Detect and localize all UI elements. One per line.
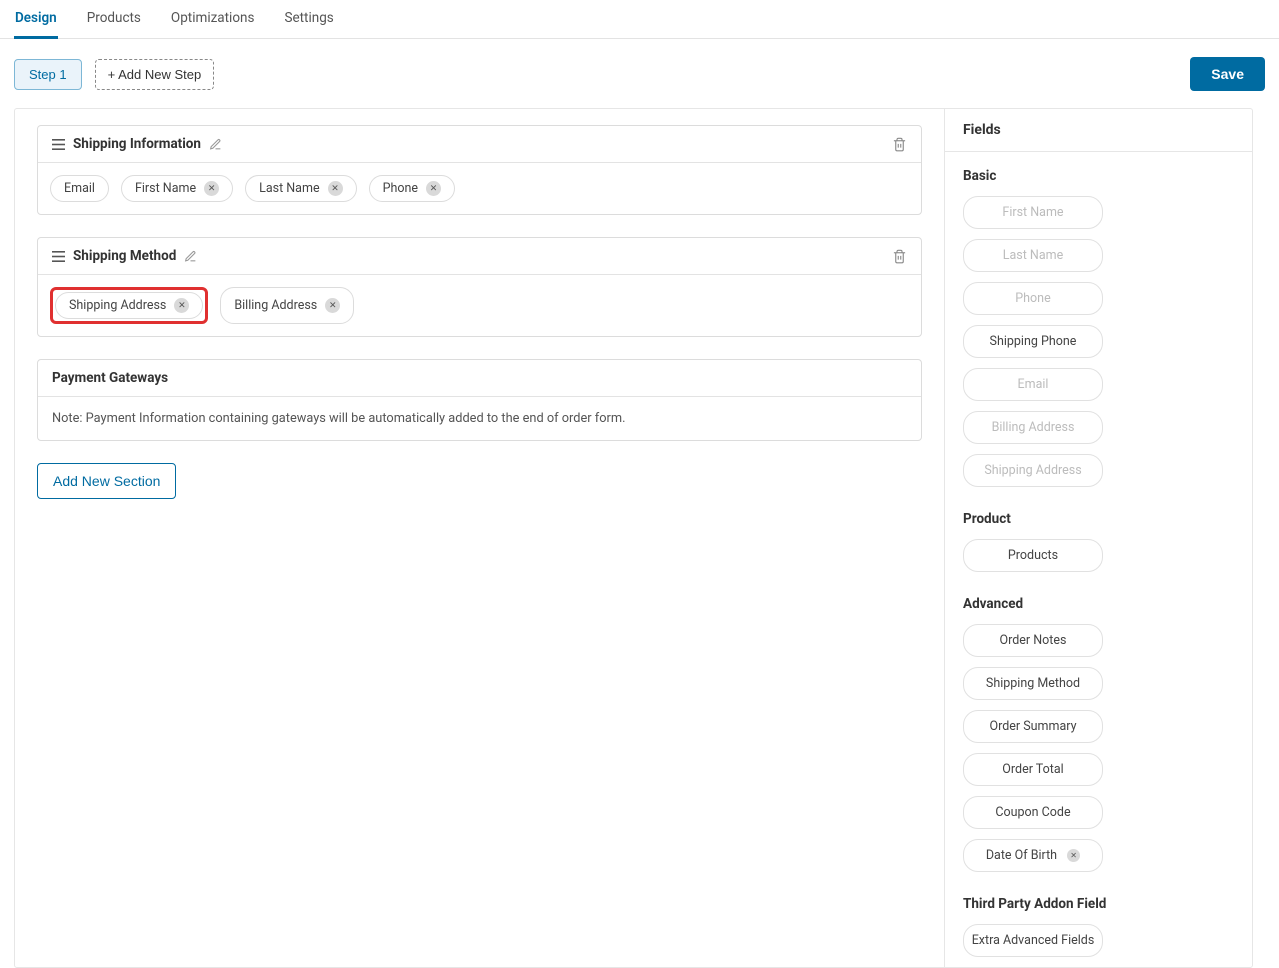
- chip-label: Shipping Address: [69, 298, 166, 313]
- group-title-third-party: Third Party Addon Field: [963, 896, 1234, 912]
- field-chip-shipping-address[interactable]: Shipping Address ✕: [50, 287, 208, 324]
- field-pill-order-summary[interactable]: Order Summary: [963, 710, 1103, 743]
- close-icon[interactable]: ✕: [328, 181, 343, 196]
- drag-handle-icon[interactable]: [52, 251, 65, 262]
- field-pill-products[interactable]: Products: [963, 539, 1103, 572]
- drag-handle-icon[interactable]: [52, 139, 65, 150]
- chip-label: Last Name: [259, 181, 319, 196]
- pencil-icon[interactable]: [209, 137, 222, 152]
- field-pill-shipping-method[interactable]: Shipping Method: [963, 667, 1103, 700]
- group-title-basic: Basic: [963, 168, 1234, 184]
- field-pill-date-of-birth[interactable]: Date Of Birth ✕: [963, 839, 1103, 872]
- close-icon[interactable]: ✕: [204, 181, 219, 196]
- pencil-icon[interactable]: [184, 249, 197, 264]
- field-chip-email[interactable]: Email: [50, 175, 109, 202]
- chip-label: Phone: [383, 181, 418, 196]
- form-canvas: Shipping Information Email First Name ✕: [15, 109, 945, 967]
- chip-label: Email: [64, 181, 95, 196]
- section-shipping-method: Shipping Method Shipping Address ✕: [37, 237, 922, 337]
- add-new-section-button[interactable]: Add New Section: [37, 463, 176, 499]
- field-chip-last-name[interactable]: Last Name ✕: [245, 175, 356, 202]
- section-shipping-information: Shipping Information Email First Name ✕: [37, 125, 922, 215]
- payment-gateways-note: Note: Payment Information containing gat…: [38, 397, 921, 440]
- field-pill-email[interactable]: Email: [963, 368, 1103, 401]
- field-chip-first-name[interactable]: First Name ✕: [121, 175, 233, 202]
- field-chip-phone[interactable]: Phone ✕: [369, 175, 455, 202]
- field-pill-first-name[interactable]: First Name: [963, 196, 1103, 229]
- tab-settings[interactable]: Settings: [283, 10, 334, 38]
- fields-panel: Fields Basic First Name Last Name Phone …: [945, 109, 1252, 967]
- close-icon[interactable]: ✕: [174, 298, 189, 313]
- payment-gateways-section: Payment Gateways Note: Payment Informati…: [37, 359, 922, 441]
- pill-label: Date Of Birth: [986, 848, 1057, 863]
- close-icon[interactable]: ✕: [1067, 849, 1080, 862]
- group-title-advanced: Advanced: [963, 596, 1234, 612]
- field-pill-billing-address[interactable]: Billing Address: [963, 411, 1103, 444]
- tab-products[interactable]: Products: [86, 10, 142, 38]
- field-pill-order-notes[interactable]: Order Notes: [963, 624, 1103, 657]
- tabs: Design Products Optimizations Settings: [0, 0, 1279, 39]
- trash-icon[interactable]: [892, 136, 907, 151]
- chip-label: Billing Address: [234, 298, 317, 313]
- fields-panel-title: Fields: [945, 109, 1252, 152]
- field-pill-last-name[interactable]: Last Name: [963, 239, 1103, 272]
- trash-icon[interactable]: [892, 248, 907, 263]
- add-step-button[interactable]: + Add New Step: [95, 59, 215, 90]
- close-icon[interactable]: ✕: [325, 298, 340, 313]
- field-chip-billing-address[interactable]: Billing Address ✕: [220, 287, 354, 324]
- field-pill-phone[interactable]: Phone: [963, 282, 1103, 315]
- section-title: Shipping Method: [73, 248, 176, 264]
- field-pill-order-total[interactable]: Order Total: [963, 753, 1103, 786]
- save-button[interactable]: Save: [1190, 57, 1265, 91]
- payment-gateways-title: Payment Gateways: [38, 360, 921, 397]
- tab-optimizations[interactable]: Optimizations: [170, 10, 256, 38]
- tab-design[interactable]: Design: [14, 10, 58, 39]
- field-pill-extra-advanced-fields[interactable]: Extra Advanced Fields: [963, 924, 1103, 957]
- step-1-button[interactable]: Step 1: [14, 59, 82, 90]
- chip-label: First Name: [135, 181, 196, 196]
- section-title: Shipping Information: [73, 136, 201, 152]
- toolbar: Step 1 + Add New Step Save: [0, 39, 1279, 91]
- field-pill-shipping-phone[interactable]: Shipping Phone: [963, 325, 1103, 358]
- field-pill-shipping-address[interactable]: Shipping Address: [963, 454, 1103, 487]
- close-icon[interactable]: ✕: [426, 181, 441, 196]
- field-pill-coupon-code[interactable]: Coupon Code: [963, 796, 1103, 829]
- group-title-product: Product: [963, 511, 1234, 527]
